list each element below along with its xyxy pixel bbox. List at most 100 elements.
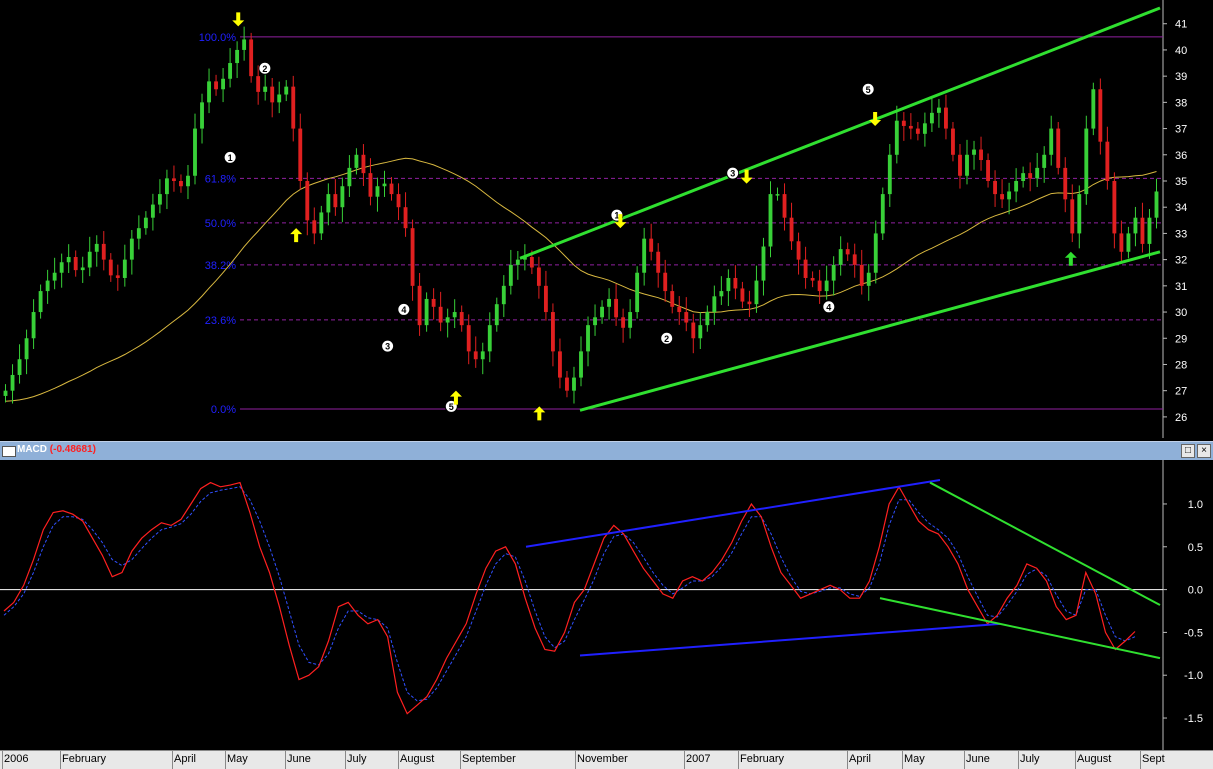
candle-body (59, 262, 64, 273)
candle-body (922, 123, 927, 134)
candle-body (543, 285, 548, 313)
price-tick-label: 30 (1175, 307, 1187, 319)
candle-body (796, 241, 801, 260)
candle-body (487, 325, 492, 352)
date-label: May (227, 753, 248, 765)
date-tick (964, 751, 965, 769)
candle-body (193, 128, 197, 176)
candle-body (466, 325, 471, 352)
candle-body (179, 180, 183, 187)
fib-label: 61.8% (205, 173, 236, 185)
date-tick (398, 751, 399, 769)
candle-body (845, 249, 850, 255)
candle-body (936, 107, 941, 113)
wave-label: 4 (401, 305, 406, 315)
candle-body (431, 298, 436, 307)
price-tick-label: 38 (1175, 97, 1187, 109)
price-tick-label: 29 (1175, 333, 1187, 345)
fib-label: 50.0% (205, 218, 236, 230)
candle-body (621, 317, 626, 328)
candle-body (129, 238, 134, 260)
macd-header-bar[interactable]: MACD (-0.48681) □ × (0, 441, 1213, 460)
date-label: 2007 (686, 753, 711, 765)
candle-body (494, 304, 499, 326)
candle-body (1021, 173, 1026, 181)
candle-body (775, 194, 780, 196)
price-tick-label: 37 (1175, 124, 1187, 136)
candle-body (108, 259, 113, 276)
panel-icon[interactable] (2, 446, 16, 457)
candle-body (361, 154, 366, 174)
candle-body (228, 63, 233, 79)
date-tick (902, 751, 903, 769)
candle-body (614, 298, 619, 318)
date-tick (2, 751, 3, 769)
candle-body (235, 49, 240, 64)
candle-body (719, 291, 724, 297)
candle-body (164, 178, 169, 195)
candle-body (565, 377, 569, 391)
price-tick-label: 35 (1175, 176, 1187, 188)
candle-body (979, 149, 983, 161)
candle-body (593, 317, 597, 326)
macd-title: MACD (17, 444, 47, 455)
candle-body (438, 306, 443, 323)
candle-body (319, 212, 324, 234)
macd-tick-label: -0.5 (1184, 627, 1203, 639)
candle-body (396, 194, 401, 208)
candle-body (635, 272, 640, 313)
candle-body (403, 207, 408, 229)
date-label: July (347, 753, 367, 765)
candle-body (340, 186, 345, 208)
candle-body (277, 94, 282, 103)
candle-body (424, 298, 429, 326)
macd-tick-label: 1.0 (1188, 499, 1203, 511)
candle-body (887, 154, 892, 195)
candle-body (1028, 173, 1033, 179)
candle-body (1098, 89, 1103, 142)
restore-button[interactable]: □ (1181, 444, 1195, 458)
candle-body (115, 275, 120, 278)
candle-body (761, 246, 766, 281)
candle-body (305, 180, 310, 221)
wave-label: 3 (730, 169, 735, 179)
candle-body (249, 39, 254, 77)
candle-body (143, 217, 148, 229)
macd-chart-panel: -1.5 -1.0 -0.5 0.0 0.5 1.0 (0, 460, 1213, 750)
candle-body (326, 194, 331, 213)
candle-body (1077, 194, 1082, 234)
date-label: Sept (1142, 753, 1165, 765)
date-label: June (287, 753, 311, 765)
candle-body (94, 243, 99, 252)
close-button[interactable]: × (1197, 444, 1211, 458)
wave-label: 2 (262, 64, 267, 74)
candle-body (536, 267, 541, 286)
candle-body (754, 280, 759, 305)
candle-body (368, 173, 373, 197)
date-label: February (740, 753, 785, 765)
candle-body (628, 312, 633, 328)
candle-body (256, 76, 261, 92)
candle-body (172, 178, 176, 181)
candle-body (972, 149, 976, 155)
candle-body (747, 301, 752, 305)
date-label: May (904, 753, 925, 765)
date-label: April (174, 753, 197, 765)
candle-body (312, 220, 317, 234)
candle-body (993, 180, 998, 195)
candle-body (831, 264, 836, 281)
candle-body (17, 359, 22, 375)
candle-body (908, 125, 913, 129)
date-tick (285, 751, 286, 769)
candle-body (508, 264, 513, 286)
candle-body (1105, 141, 1110, 181)
candle-body (965, 154, 969, 176)
date-tick (460, 751, 461, 769)
wave-label: 3 (385, 342, 390, 352)
wave-label: 4 (826, 302, 831, 312)
candle-body (529, 257, 534, 268)
date-label: September (462, 753, 516, 765)
fib-label: 23.6% (205, 315, 236, 327)
candle-body (452, 312, 457, 318)
candle-body (1070, 199, 1075, 234)
